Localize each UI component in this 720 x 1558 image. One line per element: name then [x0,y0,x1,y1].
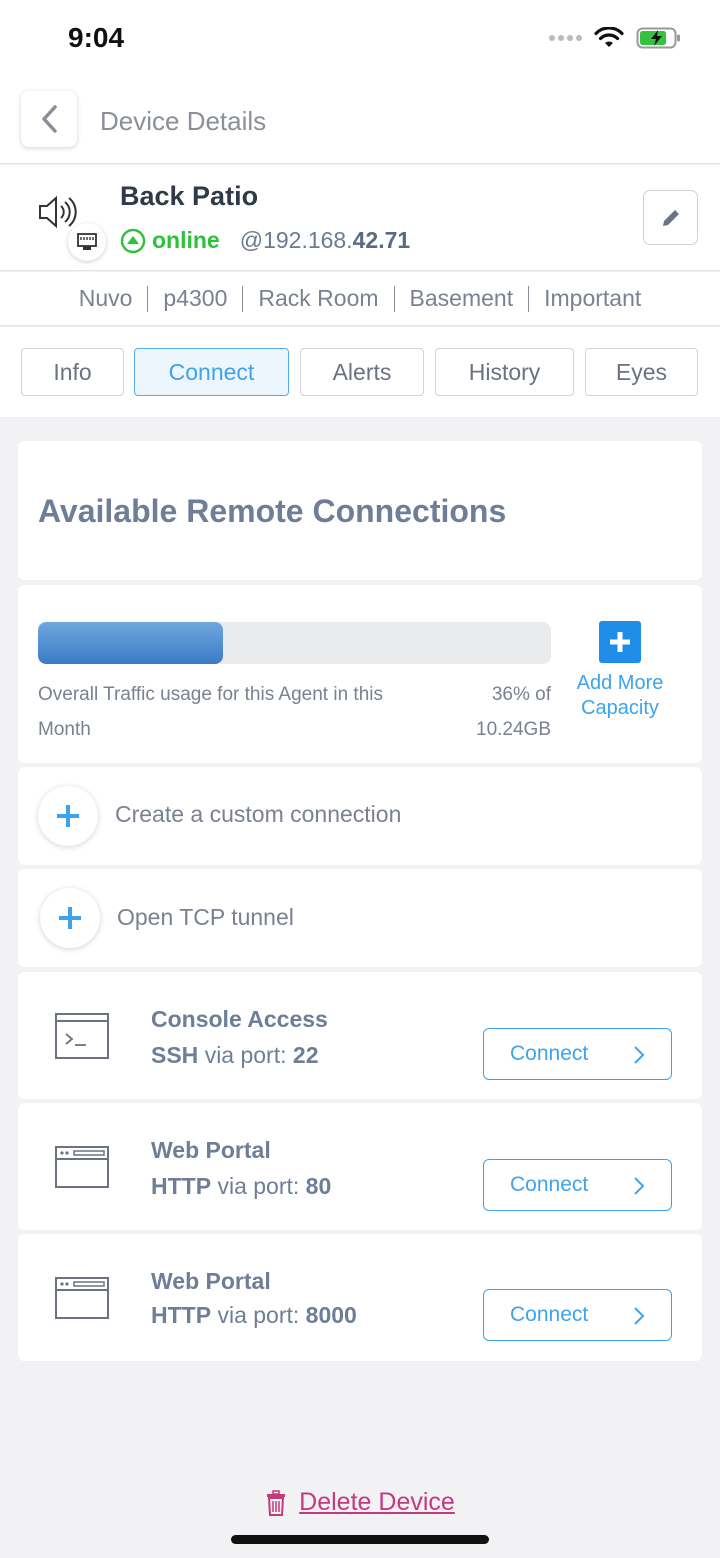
status-icons [549,26,682,50]
traffic-usage-value: 36% of 10.24GB [476,684,551,740]
tab-connect[interactable]: Connect [134,348,289,396]
tag-manufacturer[interactable]: Nuvo [79,285,133,312]
tab-alerts[interactable]: Alerts [300,348,424,396]
home-indicator [231,1535,489,1544]
service-details: SSH via port: 22 [151,1042,319,1068]
add-capacity-label: Add More Capacity [576,672,664,719]
battery-charging-icon [636,27,680,49]
pencil-icon [662,209,679,226]
add-capacity-button[interactable]: Add More Capacity [560,621,680,721]
wifi-icon [594,27,624,47]
edit-device-button[interactable] [643,190,698,245]
tab-info[interactable]: Info [21,348,124,396]
traffic-usage-fill [38,622,223,664]
online-status-icon [120,228,146,253]
page-title: Device Details [100,106,267,136]
tab-eyes[interactable]: Eyes [585,348,698,396]
cellular-signal-icon [549,35,582,41]
tag-priority[interactable]: Important [544,285,641,312]
traffic-usage-card: Overall Traffic usage for this Agent in … [18,585,702,763]
device-status: online @192.168.42.71 [120,227,410,254]
create-custom-connection-label: Create a custom connection [115,801,402,827]
service-title: Console Access [151,1006,328,1032]
online-status-label: online [152,227,220,253]
browser-window-icon [55,1146,109,1188]
connect-button[interactable]: Connect [483,1028,672,1080]
tab-bar: Info Connect Alerts History Eyes [0,327,720,417]
section-title: Available Remote Connections [38,493,507,529]
service-details: HTTP via port: 80 [151,1173,332,1199]
delete-device-button[interactable]: Delete Device [0,1488,720,1517]
chevron-left-icon [42,105,57,133]
service-row: Web Portal HTTP via port: 8000 Connect [18,1234,702,1361]
service-title: Web Portal [151,1137,271,1163]
back-button[interactable] [21,91,77,147]
tag-room[interactable]: Rack Room [258,285,378,312]
traffic-usage-label: Overall Traffic usage for this Agent in … [38,684,383,740]
device-name: Back Patio [120,181,259,211]
create-custom-connection-row[interactable]: Create a custom connection [18,767,702,865]
plus-icon [40,888,100,948]
status-bar: 9:04 [0,0,720,80]
chevron-right-icon [634,1307,645,1325]
open-tcp-tunnel-label: Open TCP tunnel [117,904,294,930]
chevron-right-icon [634,1046,645,1064]
device-summary: Back Patio online @192.168.42.71 [0,165,720,271]
tag-divider [393,285,395,312]
device-ip-address: @192.168.42.71 [239,227,411,253]
traffic-usage-bar [38,622,551,664]
speaker-icon [39,195,77,229]
tag-model[interactable]: p4300 [163,285,227,312]
trash-icon [267,1489,286,1516]
plus-icon [599,621,641,663]
tag-divider [242,285,244,312]
tag-floor[interactable]: Basement [410,285,514,312]
service-row: Web Portal HTTP via port: 80 Connect [18,1103,702,1230]
ethernet-port-icon [68,223,106,261]
device-tags: Nuvo p4300 Rack Room Basement Important [0,272,720,326]
tag-divider [528,285,530,312]
delete-device-label: Delete Device [299,1488,455,1516]
tab-history[interactable]: History [435,348,574,396]
service-row: Console Access SSH via port: 22 Connect [18,972,702,1099]
status-time: 9:04 [68,22,125,53]
connect-button[interactable]: Connect [483,1159,672,1211]
terminal-icon [55,1013,109,1059]
tag-divider [147,285,149,312]
chevron-right-icon [634,1177,645,1195]
connections-title-card: Available Remote Connections [18,441,702,580]
open-tcp-tunnel-row[interactable]: Open TCP tunnel [18,869,702,967]
plus-icon [38,786,98,846]
service-title: Web Portal [151,1268,271,1294]
service-details: HTTP via port: 8000 [151,1302,357,1328]
navigation-header: Device Details [0,80,720,164]
browser-window-icon [55,1277,109,1319]
connect-button[interactable]: Connect [483,1289,672,1341]
